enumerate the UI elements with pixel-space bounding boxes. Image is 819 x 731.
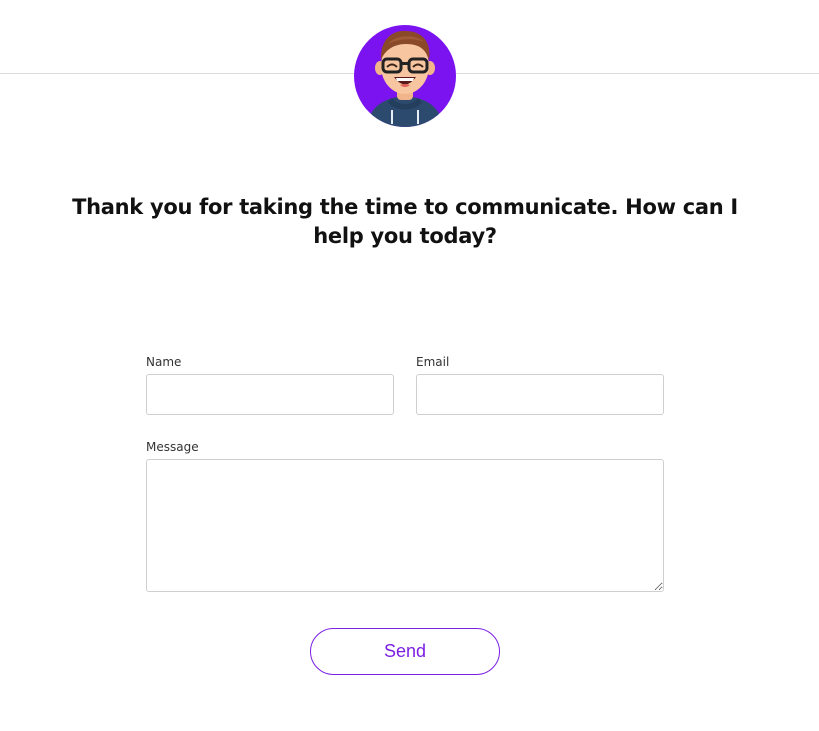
page-heading: Thank you for taking the time to communi…	[72, 195, 738, 248]
email-input[interactable]	[416, 374, 664, 415]
message-label: Message	[146, 440, 199, 454]
message-textarea[interactable]	[146, 459, 664, 592]
name-input[interactable]	[146, 374, 394, 415]
avatar	[354, 22, 456, 130]
name-label: Name	[146, 355, 182, 369]
smiling-man-avatar-icon	[354, 25, 456, 127]
contact-page: Thank you for taking the time to communi…	[0, 0, 819, 731]
send-button[interactable]: Send	[310, 628, 500, 675]
email-label: Email	[416, 355, 450, 369]
